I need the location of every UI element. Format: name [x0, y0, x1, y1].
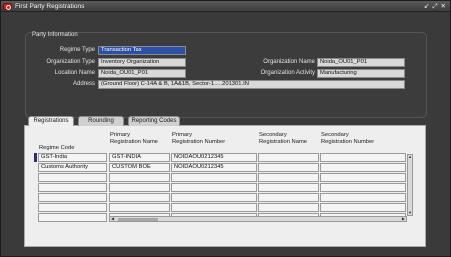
- header-primary-registration-name: Primary Registration Name: [110, 132, 159, 145]
- organization-name-field[interactable]: Noida_OU01_P01: [317, 58, 405, 67]
- organization-type-label: Organization Type: [46, 59, 95, 65]
- regime-code-cell[interactable]: [38, 183, 107, 192]
- current-row-indicator: [34, 153, 37, 162]
- primary-registration-number-cell[interactable]: NOIDAOU0212345: [171, 153, 257, 162]
- regime-type-label: Regime Type: [59, 47, 95, 53]
- secondary-registration-name-cell[interactable]: [258, 153, 319, 162]
- regime-code-cell[interactable]: Customs Authority: [38, 163, 107, 172]
- tab-reporting-codes[interactable]: Reporting Codes: [128, 116, 180, 126]
- header-secondary-registration-name: Secondary Registration Name: [259, 132, 308, 145]
- regime-code-cell[interactable]: [38, 213, 107, 222]
- scroll-up-arrow-icon[interactable]: ▲: [408, 155, 412, 159]
- regime-code-cell[interactable]: [38, 203, 107, 212]
- scroll-left-arrow-icon[interactable]: ◀: [111, 217, 114, 221]
- organization-type-field[interactable]: Inventory Organization: [98, 58, 186, 67]
- party-information-label: Party Information: [32, 32, 78, 38]
- window-controls: ↙ ⤢ ✕: [424, 1, 446, 12]
- tab-registrations[interactable]: Registrations: [28, 116, 74, 126]
- secondary-registration-name-cell[interactable]: [258, 203, 319, 212]
- secondary-registration-number-cell[interactable]: [320, 163, 406, 172]
- maximize-icon[interactable]: ⤢: [432, 1, 437, 12]
- window-title: First Party Registrations: [15, 3, 85, 10]
- regime-code-cell[interactable]: [38, 173, 107, 182]
- minimize-icon[interactable]: ↙: [424, 1, 429, 12]
- secondary-registration-name-cell[interactable]: [258, 163, 319, 172]
- secondary-registration-name-cell[interactable]: [258, 183, 319, 192]
- secondary-registration-number-cell[interactable]: [320, 173, 406, 182]
- first-party-registrations-window: First Party Registrations ↙ ⤢ ✕ Party In…: [0, 0, 451, 257]
- horizontal-scroll-thumb[interactable]: [118, 218, 158, 221]
- organization-name-label: Organization Name: [263, 59, 315, 65]
- primary-registration-number-cell[interactable]: NOIDAOU0212345: [171, 163, 257, 172]
- horizontal-scrollbar[interactable]: ◀ ▶: [109, 216, 407, 222]
- scroll-down-arrow-icon[interactable]: ▼: [408, 211, 412, 215]
- secondary-registration-name-cell[interactable]: [258, 193, 319, 202]
- secondary-registration-name-cell[interactable]: [258, 173, 319, 182]
- regime-code-cell[interactable]: GST-India: [38, 153, 107, 162]
- title-bar[interactable]: First Party Registrations ↙ ⤢ ✕: [1, 1, 450, 12]
- close-icon[interactable]: ✕: [441, 1, 446, 12]
- primary-registration-name-cell[interactable]: [109, 203, 170, 212]
- header-primary-registration-number: Primary Registration Number: [172, 132, 226, 145]
- primary-registration-number-cell[interactable]: [171, 183, 257, 192]
- primary-registration-name-cell[interactable]: CUSTOM BOE: [109, 163, 170, 172]
- primary-registration-number-cell[interactable]: [171, 203, 257, 212]
- tab-rounding[interactable]: Rounding: [78, 116, 124, 126]
- primary-registration-name-cell[interactable]: GST-INDIA: [109, 153, 170, 162]
- scroll-right-arrow-icon[interactable]: ▶: [402, 217, 405, 221]
- location-name-field[interactable]: Noida_OU01_P01: [98, 69, 186, 78]
- header-secondary-registration-number: Secondary Registration Number: [321, 132, 375, 145]
- oracle-app-icon: [3, 3, 12, 10]
- organization-activity-field[interactable]: Manufacturing: [317, 69, 405, 78]
- primary-registration-name-cell[interactable]: [109, 183, 170, 192]
- regime-code-cell[interactable]: [38, 193, 107, 202]
- primary-registration-number-cell[interactable]: [171, 173, 257, 182]
- organization-activity-label: Organization Activity: [260, 70, 315, 76]
- header-regime-code: Regime Code: [39, 145, 75, 151]
- vertical-scrollbar[interactable]: ▲ ▼: [407, 154, 413, 216]
- secondary-registration-number-cell[interactable]: [320, 153, 406, 162]
- secondary-registration-number-cell[interactable]: [320, 193, 406, 202]
- address-field[interactable]: (Ground Floor) C-14A & B, 1A&1B, Sector-…: [98, 80, 405, 89]
- primary-registration-name-cell[interactable]: [109, 173, 170, 182]
- secondary-registration-number-cell[interactable]: [320, 183, 406, 192]
- location-name-label: Location Name: [54, 70, 95, 76]
- address-label: Address: [72, 81, 95, 87]
- regime-type-field[interactable]: Transaction Tax: [98, 46, 186, 55]
- primary-registration-number-cell[interactable]: [171, 193, 257, 202]
- secondary-registration-number-cell[interactable]: [320, 203, 406, 212]
- primary-registration-name-cell[interactable]: [109, 193, 170, 202]
